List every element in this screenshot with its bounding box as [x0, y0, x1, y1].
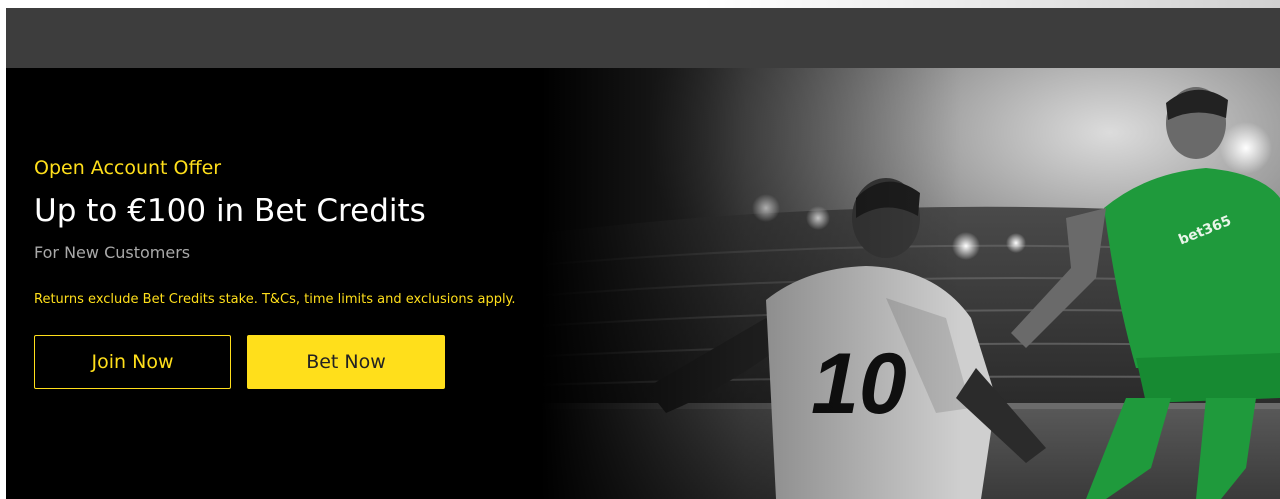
bet-now-button[interactable]: Bet Now: [247, 335, 445, 389]
offer-content: Open Account Offer Up to €100 in Bet Cre…: [34, 156, 516, 389]
offer-terms: Returns exclude Bet Credits stake. T&Cs,…: [34, 292, 516, 307]
top-strip: [0, 0, 1280, 8]
join-now-button[interactable]: Join Now: [34, 335, 231, 389]
offer-subheadline: For New Customers: [34, 243, 191, 262]
offer-headline: Up to €100 in Bet Credits: [34, 193, 426, 229]
promo-banner: 10 bet365 Open Account Offer Up to €100 …: [6, 68, 1280, 499]
site-header-bar: [6, 8, 1280, 68]
cta-row: Join Now Bet Now: [34, 335, 516, 389]
offer-eyebrow: Open Account Offer: [34, 157, 222, 179]
